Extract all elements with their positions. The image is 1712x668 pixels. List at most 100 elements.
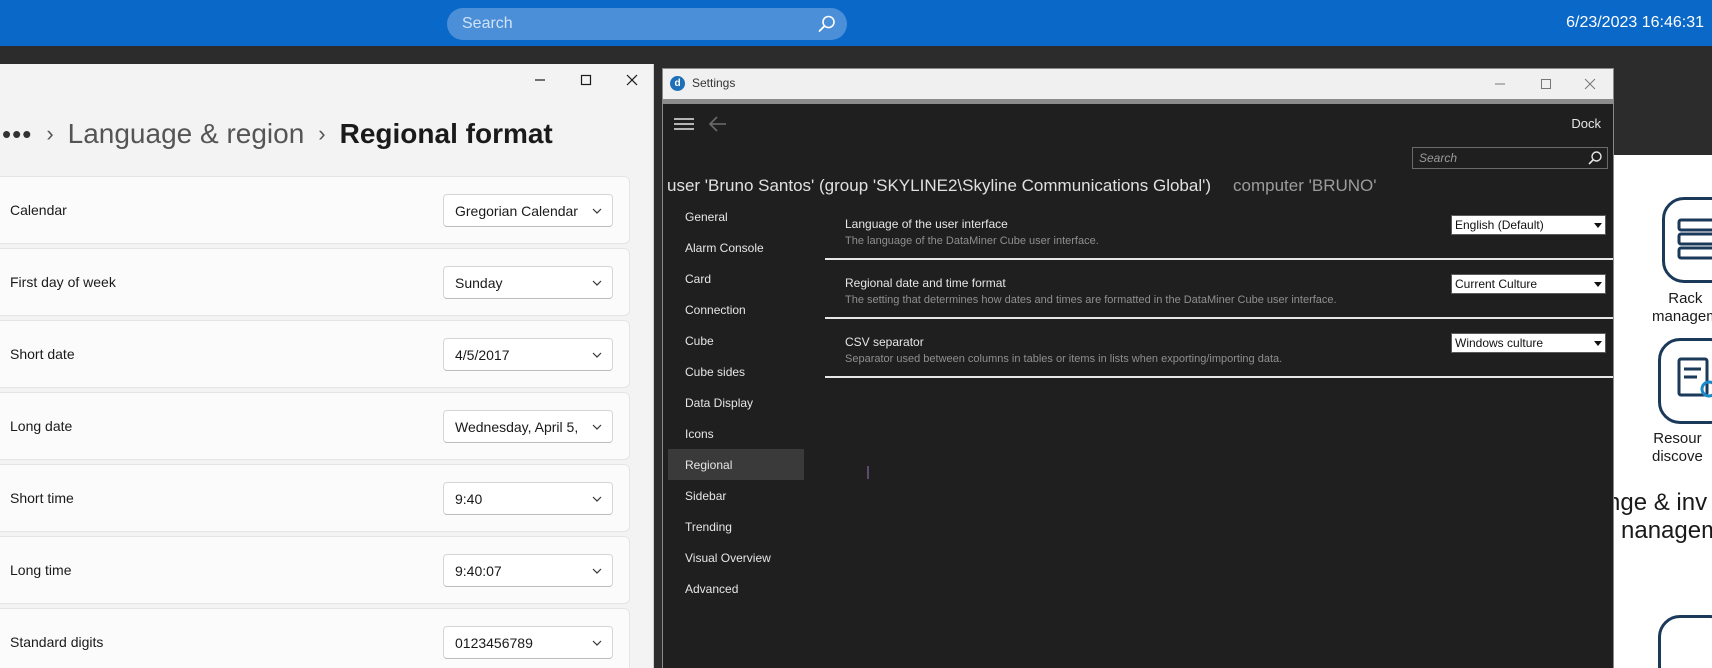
search-icon[interactable] (817, 14, 837, 34)
ui-language-dropdown[interactable]: English (Default) (1451, 215, 1606, 235)
setting-label: First day of week (10, 274, 116, 290)
setting-row-long-date: Long date Wednesday, April 5, (0, 392, 630, 460)
setting-date-time-format: Regional date and time format The settin… (825, 260, 1613, 319)
setting-label: Long time (10, 562, 72, 578)
user-info: user 'Bruno Santos' (group 'SKYLINE2\Sky… (667, 176, 1377, 196)
nav-item-alarm-console[interactable]: Alarm Console (668, 232, 804, 263)
nav-item-advanced[interactable]: Advanced (668, 573, 804, 604)
long-time-dropdown[interactable]: 9:40:07 (443, 554, 613, 587)
maximize-icon (1541, 79, 1551, 89)
minimize-icon (535, 79, 545, 81)
first-day-dropdown[interactable]: Sunday (443, 266, 613, 299)
background-dashboard: Rack managem Resour discove nge & inv na… (1612, 155, 1712, 668)
setting-label: Long date (10, 418, 73, 434)
window-title: Settings (692, 76, 736, 90)
setting-description: Separator used between columns in tables… (845, 353, 1283, 365)
bottom-tile-icon[interactable] (1658, 615, 1712, 668)
nav-item-card[interactable]: Card (668, 263, 804, 294)
date-time-format-dropdown[interactable]: Current Culture (1451, 274, 1606, 294)
nav-item-visual-overview[interactable]: Visual Overview (668, 542, 804, 573)
minimize-button[interactable] (520, 64, 560, 96)
setting-row-short-time: Short time 9:40 (0, 464, 630, 532)
setting-label: Calendar (10, 202, 67, 218)
rack-tile-label: Rack managem (1652, 290, 1712, 325)
top-bar: 6/23/2023 16:46:31 (0, 0, 1712, 46)
resource-tile-label: Resour discove (1652, 430, 1703, 465)
setting-title: Regional date and time format (845, 276, 1006, 290)
setting-row-calendar: Calendar Gregorian Calendar (0, 176, 630, 244)
setting-title: CSV separator (845, 335, 924, 349)
regional-settings: Language of the user interface The langu… (825, 201, 1613, 378)
setting-description: The language of the DataMiner Cube user … (845, 235, 1099, 247)
nav-item-connection[interactable]: Connection (668, 294, 804, 325)
maximize-button[interactable] (1523, 69, 1569, 99)
short-date-dropdown[interactable]: 4/5/2017 (443, 338, 613, 371)
close-icon (1584, 78, 1596, 90)
setting-row-standard-digits: Standard digits 0123456789 (0, 608, 630, 668)
title-bar: d Settings (663, 69, 1613, 99)
taskbar-search[interactable] (447, 8, 847, 40)
section-heading: nge & inv nanagem (1612, 489, 1712, 544)
settings-body: Dock user 'Bruno Santos' (group 'SKYLINE… (663, 104, 1613, 668)
maximize-button[interactable] (566, 64, 606, 96)
chevron-down-icon (582, 339, 612, 370)
text-cursor (867, 466, 869, 479)
settings-search-input[interactable] (1419, 151, 1587, 165)
search-icon[interactable] (1587, 150, 1603, 166)
minimize-icon (1495, 83, 1505, 85)
chevron-down-icon (582, 555, 612, 586)
maximize-icon (580, 74, 592, 86)
setting-row-first-day: First day of week Sunday (0, 248, 630, 316)
csv-separator-dropdown[interactable]: Windows culture (1451, 333, 1606, 353)
settings-search[interactable] (1412, 147, 1608, 169)
chevron-down-icon (582, 627, 612, 658)
windows-settings-window: ••• › Language & region › Regional forma… (0, 64, 654, 668)
close-button[interactable] (612, 64, 652, 96)
short-time-dropdown[interactable]: 9:40 (443, 482, 613, 515)
caret-down-icon (1591, 222, 1605, 228)
back-arrow-icon[interactable] (708, 115, 728, 133)
chevron-right-icon: › (46, 121, 54, 146)
nav-item-cube-sides[interactable]: Cube sides (668, 356, 804, 387)
standard-digits-dropdown[interactable]: 0123456789 (443, 626, 613, 659)
rack-tile-icon[interactable] (1662, 197, 1712, 283)
regional-format-list: Calendar Gregorian Calendar First day of… (0, 176, 630, 668)
close-button[interactable] (1567, 69, 1613, 99)
breadcrumb-parent[interactable]: Language & region (68, 118, 305, 150)
chevron-down-icon (582, 267, 612, 298)
setting-label: Short date (10, 346, 75, 362)
nav-item-trending[interactable]: Trending (668, 511, 804, 542)
dataminer-logo-icon: d (670, 76, 685, 91)
nav-item-data-display[interactable]: Data Display (668, 387, 804, 418)
chevron-right-icon: › (318, 121, 326, 146)
setting-row-long-time: Long time 9:40:07 (0, 536, 630, 604)
page-title: Regional format (339, 118, 553, 149)
dock-button[interactable]: Dock (1571, 116, 1601, 131)
breadcrumb: ••• › Language & region › Regional forma… (0, 118, 553, 150)
nav-item-regional[interactable]: Regional (668, 449, 804, 480)
calendar-dropdown[interactable]: Gregorian Calendar (443, 194, 613, 227)
long-date-dropdown[interactable]: Wednesday, April 5, (443, 410, 613, 443)
chevron-down-icon (582, 483, 612, 514)
settings-nav: General Alarm Console Card Connection Cu… (668, 201, 804, 604)
setting-row-short-date: Short date 4/5/2017 (0, 320, 630, 388)
nav-item-sidebar[interactable]: Sidebar (668, 480, 804, 511)
hamburger-menu-icon[interactable] (673, 116, 695, 132)
setting-description: The setting that determines how dates an… (845, 294, 1337, 306)
taskbar-search-input[interactable] (462, 15, 817, 33)
resource-tile-icon[interactable] (1658, 338, 1712, 424)
chevron-down-icon (582, 411, 612, 442)
server-icon (1677, 218, 1712, 260)
nav-item-icons[interactable]: Icons (668, 418, 804, 449)
nav-item-general[interactable]: General (668, 201, 804, 232)
caret-down-icon (1591, 340, 1605, 346)
minimize-button[interactable] (1477, 69, 1523, 99)
nav-item-cube[interactable]: Cube (668, 325, 804, 356)
setting-csv-separator: CSV separator Separator used between col… (825, 319, 1613, 378)
caret-down-icon (1591, 281, 1605, 287)
chevron-down-icon (582, 195, 612, 226)
setting-ui-language: Language of the user interface The langu… (825, 201, 1613, 260)
breadcrumb-ellipsis[interactable]: ••• (2, 119, 32, 150)
computer-name: computer 'BRUNO' (1233, 176, 1377, 195)
close-icon (626, 74, 638, 86)
